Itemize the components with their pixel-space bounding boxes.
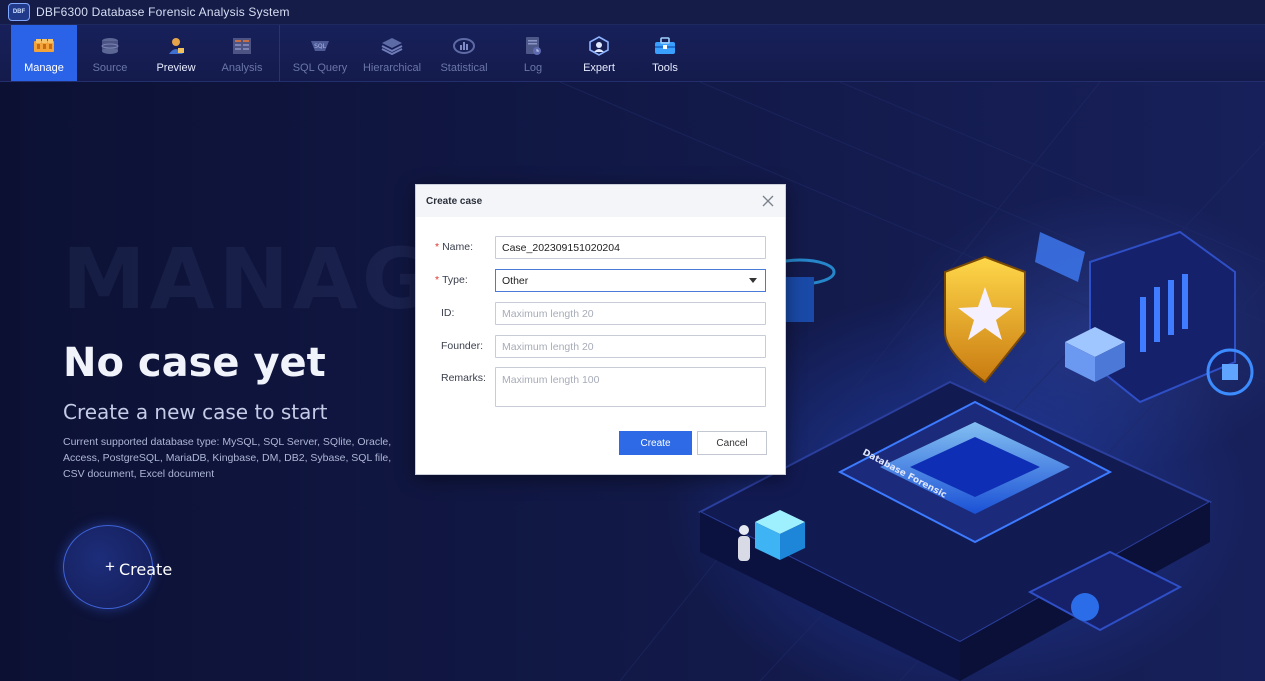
toolbox-icon [654, 36, 676, 56]
toolbar-tools[interactable]: Tools [632, 25, 698, 81]
toolbar-analysis-label: Analysis [221, 62, 263, 74]
toolbar-sql-query-label: SQL Query [292, 62, 348, 74]
toolbar-hierarchical[interactable]: Hierarchical [356, 25, 428, 81]
create-case-label: Create [119, 560, 173, 579]
log-icon [522, 36, 544, 56]
app-logo: DBF [8, 3, 30, 21]
remarks-label: Remarks: [441, 372, 486, 384]
app-title: DBF6300 Database Forensic Analysis Syste… [36, 5, 290, 19]
empty-state-headline: No case yet [63, 340, 326, 386]
toolbar-tools-label: Tools [652, 62, 678, 74]
close-icon[interactable] [761, 194, 775, 208]
toolbar-preview[interactable]: Preview [143, 25, 209, 81]
plus-icon: + [105, 557, 115, 576]
toolbar-expert[interactable]: Expert [566, 25, 632, 81]
user-preview-icon [165, 36, 187, 56]
create-case-dialog: Create case *Name: *Type: Other ID: Foun… [415, 184, 786, 475]
toolbar-preview-label: Preview [156, 62, 196, 74]
expert-icon [588, 36, 610, 56]
name-label: Name: [442, 241, 474, 253]
table-analysis-icon [231, 36, 253, 56]
empty-state-subhead: Create a new case to start [63, 400, 328, 424]
toolbar-manage-label: Manage [24, 62, 64, 74]
toolbar-statistical-label: Statistical [440, 62, 488, 74]
toolbar-statistical[interactable]: Statistical [428, 25, 500, 81]
dialog-title: Create case [426, 195, 483, 207]
toolbar-separator [279, 25, 280, 81]
dialog-header: Create case [416, 185, 785, 217]
create-case-button[interactable]: + Create [63, 525, 172, 609]
remarks-field[interactable] [495, 367, 766, 407]
toolbar-analysis[interactable]: Analysis [209, 25, 275, 81]
chevron-down-icon [749, 278, 757, 283]
toolbar-log[interactable]: Log [500, 25, 566, 81]
toolbar-hierarchical-label: Hierarchical [362, 62, 422, 74]
id-label: ID: [441, 307, 455, 319]
database-icon [99, 36, 121, 56]
name-field[interactable] [495, 236, 766, 259]
main-toolbar: Manage Source Preview Analysis SQL SQL Q… [0, 25, 1265, 82]
supported-database-types: Current supported database type: MySQL, … [63, 436, 392, 480]
founder-field[interactable] [495, 335, 766, 358]
sql-query-icon: SQL [309, 36, 331, 56]
required-mark: * [435, 241, 440, 253]
id-field[interactable] [495, 302, 766, 325]
title-bar: DBF DBF6300 Database Forensic Analysis S… [0, 0, 1265, 25]
toolbar-expert-label: Expert [583, 62, 615, 74]
type-label-wrap: * Type: [435, 274, 468, 286]
name-label-wrap: * Name: [435, 241, 473, 253]
statistics-icon [453, 36, 475, 56]
create-button[interactable]: Create [619, 431, 692, 455]
toolbar-log-label: Log [523, 62, 543, 74]
type-label: Type: [442, 274, 468, 286]
type-select[interactable]: Other [495, 269, 766, 292]
toolbar-source[interactable]: Source [77, 25, 143, 81]
toolbar-source-label: Source [92, 62, 128, 74]
svg-text:SQL: SQL [314, 43, 327, 50]
type-select-value: Other [502, 274, 529, 287]
layers-icon [381, 36, 403, 56]
founder-label: Founder: [441, 340, 484, 352]
toolbar-manage[interactable]: Manage [11, 25, 77, 81]
folders-icon [33, 36, 55, 56]
cancel-button[interactable]: Cancel [697, 431, 767, 455]
required-mark: * [435, 274, 440, 286]
watermark-text: MANAGEMENT [62, 230, 422, 328]
toolbar-sql-query[interactable]: SQL SQL Query [284, 25, 356, 81]
